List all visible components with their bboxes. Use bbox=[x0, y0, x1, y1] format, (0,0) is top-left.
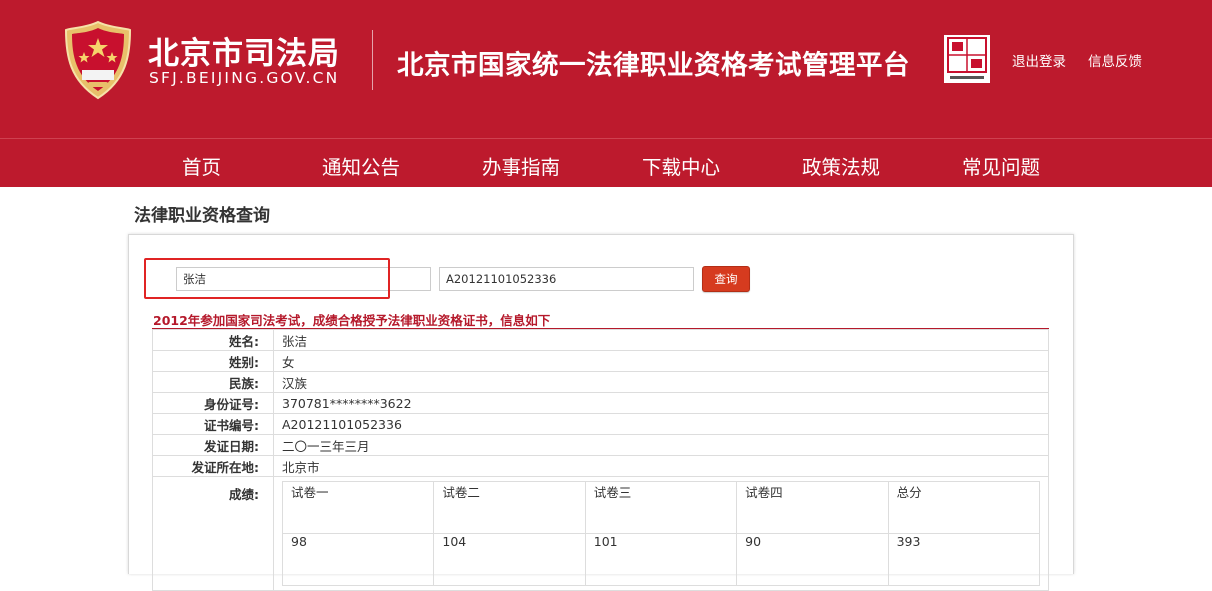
site-domain: SFJ.BEIJING.GOV.CN bbox=[149, 69, 340, 87]
issue-date-label: 发证日期: bbox=[152, 434, 274, 456]
page-title: 法律职业资格查询 bbox=[134, 206, 270, 226]
name-value: 张洁 bbox=[273, 329, 1049, 351]
site-name: 北京市司法局 bbox=[148, 36, 340, 72]
platform-title: 北京市国家统一法律职业资格考试管理平台 bbox=[397, 50, 910, 81]
nav-item-home[interactable]: 首页 bbox=[182, 151, 221, 180]
table-row: 发证所在地: 北京市 bbox=[152, 455, 1049, 477]
main-nav: 首页 通知公告 办事指南 下载中心 政策法规 常见问题 bbox=[0, 138, 1212, 187]
score-header: 试卷一 bbox=[281, 481, 435, 534]
table-row: 民族: 汉族 bbox=[152, 371, 1049, 393]
score-value: 98 bbox=[281, 533, 435, 586]
nav-item-downloads[interactable]: 下载中心 bbox=[642, 151, 720, 180]
issue-date-value: 二〇一三年三月 bbox=[273, 434, 1049, 456]
result-table: 姓名: 张洁 姓别: 女 民族: 汉族 身份证号: 370781********… bbox=[152, 329, 1049, 591]
justice-emblem-icon bbox=[64, 20, 132, 100]
score-header: 试卷二 bbox=[433, 481, 586, 534]
scores-cell: 试卷一 试卷二 试卷三 试卷四 总分 98 104 101 90 393 bbox=[273, 476, 1049, 591]
score-value: 104 bbox=[433, 533, 586, 586]
result-heading: 2012年参加国家司法考试，成绩合格授予法律职业资格证书，信息如下 bbox=[153, 313, 551, 328]
certificate-number-label: 证书编号: bbox=[152, 413, 274, 435]
table-row: 身份证号: 370781********3622 bbox=[152, 392, 1049, 414]
nav-item-notices[interactable]: 通知公告 bbox=[322, 151, 400, 180]
gender-value: 女 bbox=[273, 350, 1049, 372]
scores-label: 成绩: bbox=[152, 476, 274, 591]
table-row: 姓别: 女 bbox=[152, 350, 1049, 372]
nav-item-faq[interactable]: 常见问题 bbox=[962, 151, 1040, 180]
score-value: 101 bbox=[584, 533, 738, 586]
table-row: 成绩: 试卷一 试卷二 试卷三 试卷四 总分 98 104 101 90 393 bbox=[152, 476, 1049, 591]
score-table: 试卷一 试卷二 试卷三 试卷四 总分 98 104 101 90 393 bbox=[281, 481, 1041, 586]
score-value-row: 98 104 101 90 393 bbox=[281, 533, 1041, 586]
id-number-value: 370781********3622 bbox=[273, 392, 1049, 414]
feedback-link[interactable]: 信息反馈 bbox=[1088, 50, 1142, 70]
id-number-label: 身份证号: bbox=[152, 392, 274, 414]
query-button[interactable]: 查询 bbox=[702, 266, 750, 292]
beijing-capital-logo-icon bbox=[944, 35, 990, 83]
ethnicity-label: 民族: bbox=[152, 371, 274, 393]
table-row: 发证日期: 二〇一三年三月 bbox=[152, 434, 1049, 456]
score-value: 90 bbox=[736, 533, 889, 586]
name-input[interactable] bbox=[176, 267, 431, 291]
header-divider bbox=[372, 30, 373, 90]
name-label: 姓名: bbox=[152, 329, 274, 351]
score-value: 393 bbox=[887, 533, 1041, 586]
site-header: 北京市司法局 SFJ.BEIJING.GOV.CN 北京市国家统一法律职业资格考… bbox=[0, 0, 1212, 138]
nav-item-policies[interactable]: 政策法规 bbox=[802, 151, 880, 180]
table-row: 证书编号: A20121101052336 bbox=[152, 413, 1049, 435]
score-header: 总分 bbox=[887, 481, 1041, 534]
gender-label: 姓别: bbox=[152, 350, 274, 372]
score-header: 试卷三 bbox=[584, 481, 738, 534]
issue-location-value: 北京市 bbox=[273, 455, 1049, 477]
table-row: 姓名: 张洁 bbox=[152, 329, 1049, 351]
issue-location-label: 发证所在地: bbox=[152, 455, 274, 477]
score-header: 试卷四 bbox=[736, 481, 889, 534]
nav-item-guide[interactable]: 办事指南 bbox=[482, 151, 560, 180]
logout-link[interactable]: 退出登录 bbox=[1012, 50, 1066, 70]
score-header-row: 试卷一 试卷二 试卷三 试卷四 总分 bbox=[281, 481, 1041, 534]
certificate-number-input[interactable] bbox=[439, 267, 694, 291]
certificate-number-value: A20121101052336 bbox=[273, 413, 1049, 435]
ethnicity-value: 汉族 bbox=[273, 371, 1049, 393]
